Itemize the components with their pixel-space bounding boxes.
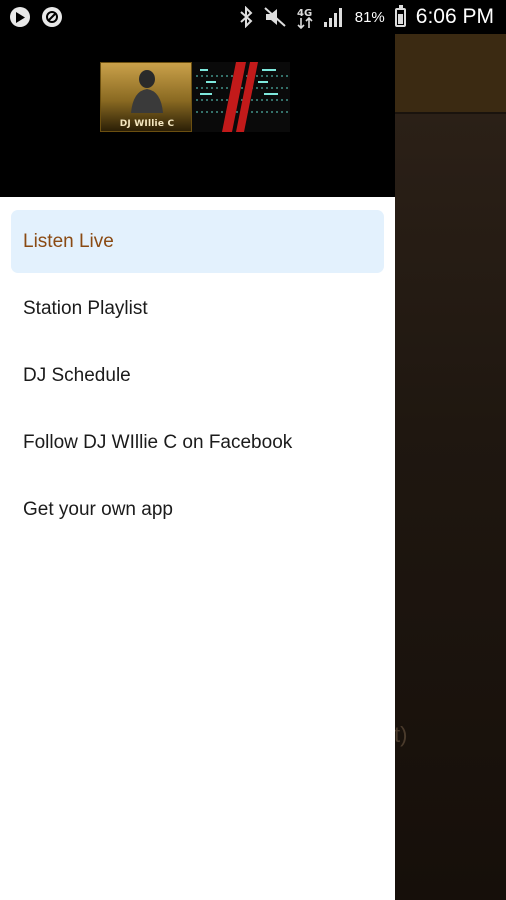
status-left-icons [10, 7, 62, 27]
background-toolbar [395, 34, 506, 112]
battery-percent: 81% [354, 8, 385, 26]
background-content [395, 114, 506, 900]
drawer-menu: Listen Live Station Playlist DJ Schedule… [0, 210, 395, 545]
background-hint-text: t) [394, 722, 408, 747]
svg-text:4G: 4G [297, 8, 312, 19]
play-icon [10, 7, 30, 27]
mute-icon [264, 7, 286, 27]
logo-caption: DJ WIllie C [119, 119, 175, 129]
menu-item-follow-facebook[interactable]: Follow DJ WIllie C on Facebook [11, 411, 384, 474]
signal-icon [323, 8, 342, 27]
dj-photo: DJ WIllie C [100, 62, 192, 132]
person-icon [131, 70, 163, 113]
blocked-icon [42, 7, 62, 27]
data-icon: 4G [297, 8, 313, 29]
menu-item-dj-schedule[interactable]: DJ Schedule [11, 344, 384, 407]
menu-item-station-playlist[interactable]: Station Playlist [11, 277, 384, 340]
clock: 6:06 PM [415, 5, 494, 28]
status-bar: 4G 81% 6:06 PM [0, 0, 506, 34]
background-app[interactable] [395, 34, 506, 900]
menu-item-get-own-app[interactable]: Get your own app [11, 478, 384, 541]
station-logo: DJ WIllie C [100, 62, 290, 132]
navigation-drawer: DJ WIllie C Listen Live Station Playlist… [0, 34, 395, 900]
menu-item-listen-live[interactable]: Listen Live [11, 210, 384, 273]
status-right-icons: 4G 81% 6:06 PM [239, 4, 494, 29]
battery-icon [394, 4, 406, 27]
bluetooth-icon [240, 6, 253, 28]
radio-dial-graphic [192, 62, 290, 132]
drawer-header: DJ WIllie C [0, 34, 395, 197]
